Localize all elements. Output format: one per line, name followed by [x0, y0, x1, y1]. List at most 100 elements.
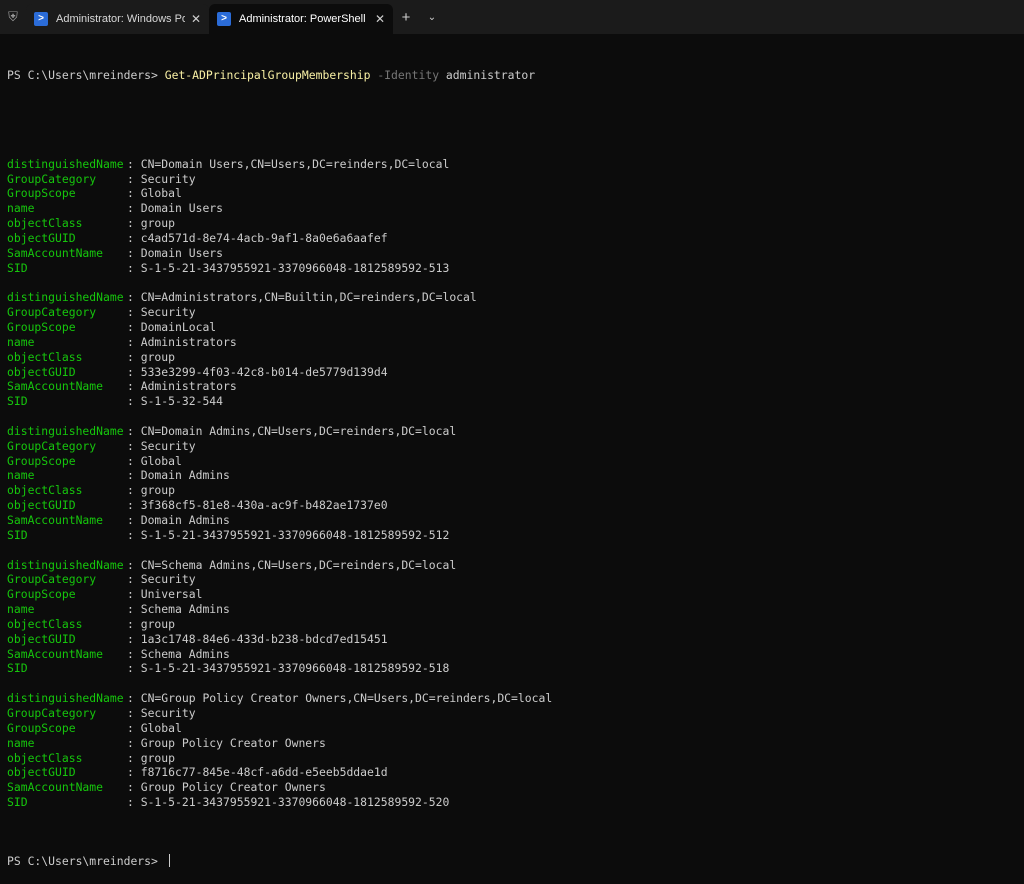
- property-value: Domain Admins: [141, 513, 230, 527]
- property-value: CN=Domain Users,CN=Users,DC=reinders,DC=…: [141, 157, 450, 171]
- property-line: name: Schema Admins: [7, 602, 1024, 617]
- text-cursor: [169, 854, 170, 867]
- separator: :: [127, 261, 141, 275]
- property-line: name: Group Policy Creator Owners: [7, 736, 1024, 751]
- property-value: Global: [141, 186, 182, 200]
- separator: :: [127, 157, 141, 171]
- property-name: SamAccountName: [7, 780, 127, 795]
- property-value: Domain Users: [141, 246, 223, 260]
- property-line: objectClass: group: [7, 751, 1024, 766]
- separator: :: [127, 231, 141, 245]
- separator: :: [127, 721, 141, 735]
- property-line: GroupScope: Global: [7, 721, 1024, 736]
- shield-icon: ⛨: [0, 0, 26, 34]
- property-name: objectGUID: [7, 231, 127, 246]
- powershell-icon: >: [217, 12, 231, 26]
- separator: :: [127, 661, 141, 675]
- property-line: GroupCategory: Security: [7, 305, 1024, 320]
- property-value: S-1-5-21-3437955921-3370966048-181258959…: [141, 661, 450, 675]
- property-value: S-1-5-32-544: [141, 394, 223, 408]
- property-line: distinguishedName: CN=Group Policy Creat…: [7, 691, 1024, 706]
- new-tab-icon[interactable]: +: [393, 0, 419, 34]
- property-line: objectGUID: 533e3299-4f03-42c8-b014-de57…: [7, 365, 1024, 380]
- property-line: GroupScope: Universal: [7, 587, 1024, 602]
- separator: :: [127, 439, 141, 453]
- property-value: Administrators: [141, 335, 237, 349]
- separator: :: [127, 513, 141, 527]
- property-line: GroupCategory: Security: [7, 706, 1024, 721]
- property-value: Security: [141, 305, 196, 319]
- property-value: CN=Administrators,CN=Builtin,DC=reinders…: [141, 290, 477, 304]
- separator: :: [127, 795, 141, 809]
- property-name: name: [7, 201, 127, 216]
- group-record: distinguishedName: CN=Domain Admins,CN=U…: [7, 424, 1024, 543]
- property-name: GroupCategory: [7, 172, 127, 187]
- property-value: 1a3c1748-84e6-433d-b238-bdcd7ed15451: [141, 632, 388, 646]
- property-line: distinguishedName: CN=Administrators,CN=…: [7, 290, 1024, 305]
- chevron-down-icon[interactable]: ⌄: [419, 0, 445, 34]
- property-value: S-1-5-21-3437955921-3370966048-181258959…: [141, 528, 450, 542]
- close-icon[interactable]: ✕: [191, 12, 201, 26]
- property-name: distinguishedName: [7, 290, 127, 305]
- property-line: GroupScope: DomainLocal: [7, 320, 1024, 335]
- property-value: Global: [141, 721, 182, 735]
- property-name: objectGUID: [7, 632, 127, 647]
- separator: :: [127, 706, 141, 720]
- property-name: distinguishedName: [7, 691, 127, 706]
- separator: :: [127, 201, 141, 215]
- property-value: group: [141, 483, 175, 497]
- group-record: distinguishedName: CN=Group Policy Creat…: [7, 691, 1024, 810]
- property-value: CN=Schema Admins,CN=Users,DC=reinders,DC…: [141, 558, 456, 572]
- separator: :: [127, 751, 141, 765]
- separator: :: [127, 290, 141, 304]
- property-name: GroupCategory: [7, 706, 127, 721]
- separator: :: [127, 602, 141, 616]
- separator: :: [127, 617, 141, 631]
- property-name: objectClass: [7, 617, 127, 632]
- property-line: objectClass: group: [7, 350, 1024, 365]
- separator: :: [127, 454, 141, 468]
- separator: :: [127, 736, 141, 750]
- property-value: group: [141, 216, 175, 230]
- property-name: SID: [7, 261, 127, 276]
- separator: :: [127, 587, 141, 601]
- property-value: CN=Group Policy Creator Owners,CN=Users,…: [141, 691, 552, 705]
- property-value: Universal: [141, 587, 203, 601]
- property-value: 3f368cf5-81e8-430a-ac9f-b482ae1737e0: [141, 498, 388, 512]
- property-line: objectGUID: 3f368cf5-81e8-430a-ac9f-b482…: [7, 498, 1024, 513]
- separator: :: [127, 186, 141, 200]
- final-prompt-line[interactable]: PS C:\Users\mreinders>: [7, 854, 1024, 869]
- separator: :: [127, 647, 141, 661]
- parameter: -Identity: [377, 68, 439, 82]
- close-icon[interactable]: ✕: [375, 12, 385, 26]
- property-line: SID: S-1-5-21-3437955921-3370966048-1812…: [7, 528, 1024, 543]
- separator: :: [127, 320, 141, 334]
- separator: :: [127, 350, 141, 364]
- prompt: PS C:\Users\mreinders>: [7, 68, 165, 82]
- group-record: distinguishedName: CN=Administrators,CN=…: [7, 290, 1024, 409]
- tab-windows-powershell[interactable]: > Administrator: Windows PowerShell ✕: [26, 4, 209, 34]
- command-line: PS C:\Users\mreinders> Get-ADPrincipalGr…: [7, 68, 1024, 83]
- property-value: Security: [141, 172, 196, 186]
- separator: :: [127, 483, 141, 497]
- separator: :: [127, 632, 141, 646]
- property-line: SamAccountName: Domain Admins: [7, 513, 1024, 528]
- property-name: SamAccountName: [7, 647, 127, 662]
- property-line: GroupCategory: Security: [7, 172, 1024, 187]
- property-name: name: [7, 602, 127, 617]
- tab-title: Administrator: PowerShell: [239, 13, 369, 25]
- property-line: SamAccountName: Schema Admins: [7, 647, 1024, 662]
- property-value: DomainLocal: [141, 320, 216, 334]
- property-name: GroupScope: [7, 320, 127, 335]
- property-name: objectGUID: [7, 498, 127, 513]
- property-line: GroupCategory: Security: [7, 439, 1024, 454]
- property-value: 533e3299-4f03-42c8-b014-de5779d139d4: [141, 365, 388, 379]
- separator: :: [127, 468, 141, 482]
- property-line: SamAccountName: Administrators: [7, 379, 1024, 394]
- powershell-icon: >: [34, 12, 48, 26]
- tab-powershell[interactable]: > Administrator: PowerShell ✕: [209, 4, 393, 34]
- property-value: Schema Admins: [141, 602, 230, 616]
- separator: :: [127, 424, 141, 438]
- property-name: SID: [7, 661, 127, 676]
- terminal-output[interactable]: PS C:\Users\mreinders> Get-ADPrincipalGr…: [0, 34, 1024, 756]
